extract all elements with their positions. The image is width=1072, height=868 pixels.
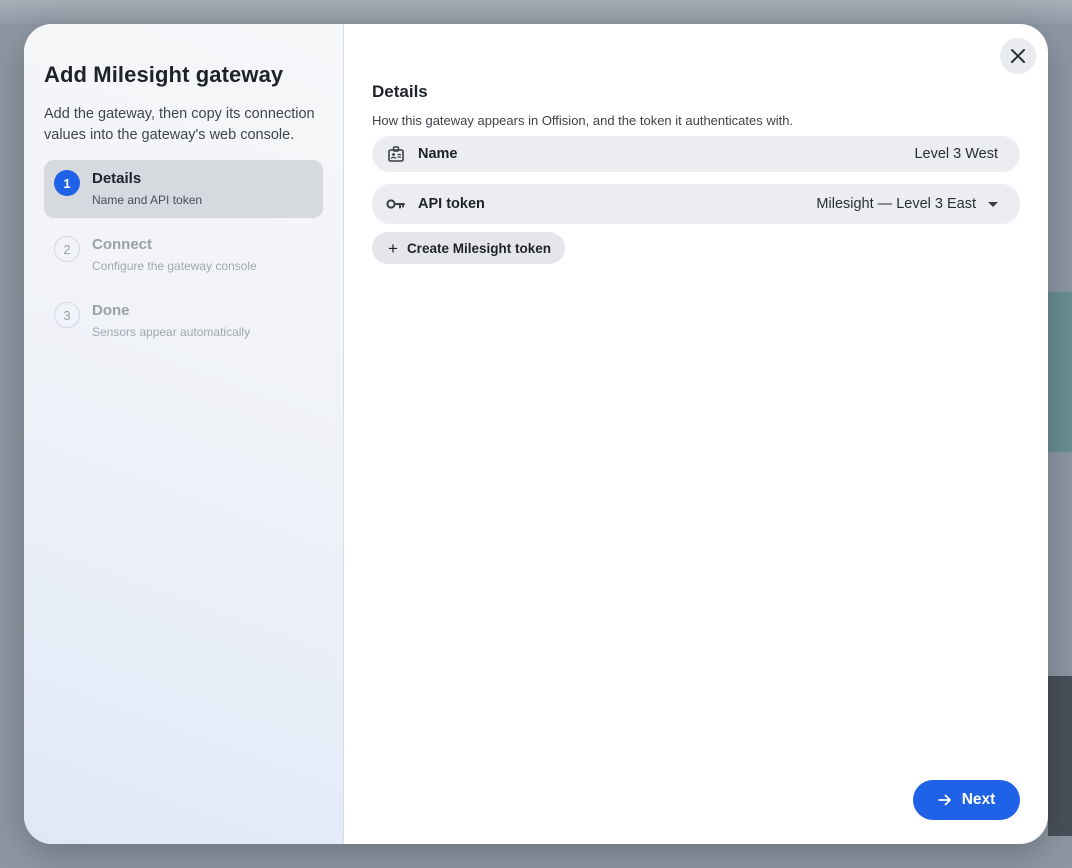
- step-label: Connect: [92, 236, 152, 253]
- wizard-content: Details How this gateway appears in Offi…: [344, 24, 1048, 844]
- id-card-icon: [386, 144, 406, 164]
- name-field-label: Name: [418, 146, 458, 162]
- close-button[interactable]: [1000, 38, 1036, 74]
- step-label: Details: [92, 170, 142, 187]
- backdrop-panel: [1048, 292, 1072, 452]
- chevron-down-icon: [988, 201, 998, 207]
- modal-description: Add the gateway, then copy its connectio…: [44, 106, 315, 143]
- api-token-value: Milesight — Level 3 East: [816, 196, 976, 212]
- add-gateway-modal: Add Milesight gateway Add the gateway, t…: [24, 24, 1048, 844]
- backdrop-panel-dark: [1048, 676, 1072, 836]
- name-field-value[interactable]: Level 3 West: [914, 146, 998, 162]
- step-number: 3: [54, 302, 80, 328]
- next-button[interactable]: Next: [913, 780, 1020, 820]
- step-list: 1 Details Name and API token 2 Connect C…: [44, 160, 323, 350]
- step-subtitle: Name and API token: [92, 193, 203, 207]
- step-label: Done: [92, 302, 130, 319]
- key-icon: [386, 194, 406, 214]
- step-number: 1: [54, 170, 80, 196]
- arrow-right-icon: [937, 794, 952, 806]
- step-subtitle: Sensors appear automatically: [92, 325, 251, 339]
- create-token-label: Create Milesight token: [406, 240, 551, 256]
- wizard-sidebar: Add Milesight gateway Add the gateway, t…: [24, 24, 344, 844]
- section-title: Details: [372, 82, 428, 101]
- create-token-button[interactable]: + Create Milesight token: [372, 232, 565, 264]
- step-connect[interactable]: 2 Connect Configure the gateway console: [44, 226, 323, 284]
- step-number: 2: [54, 236, 80, 262]
- section-description: How this gateway appears in Offision, an…: [372, 113, 794, 128]
- step-details[interactable]: 1 Details Name and API token: [44, 160, 323, 218]
- plus-icon: +: [388, 238, 398, 258]
- step-subtitle: Configure the gateway console: [92, 259, 257, 273]
- close-icon: [1010, 48, 1026, 64]
- backdrop-top: [0, 0, 1072, 24]
- modal-title: Add Milesight gateway: [44, 62, 284, 87]
- name-field[interactable]: Name Level 3 West: [372, 136, 1020, 172]
- next-label: Next: [961, 791, 996, 808]
- api-token-select[interactable]: API token Milesight — Level 3 East: [372, 184, 1020, 224]
- api-token-label: API token: [418, 196, 485, 212]
- step-done[interactable]: 3 Done Sensors appear automatically: [44, 292, 323, 350]
